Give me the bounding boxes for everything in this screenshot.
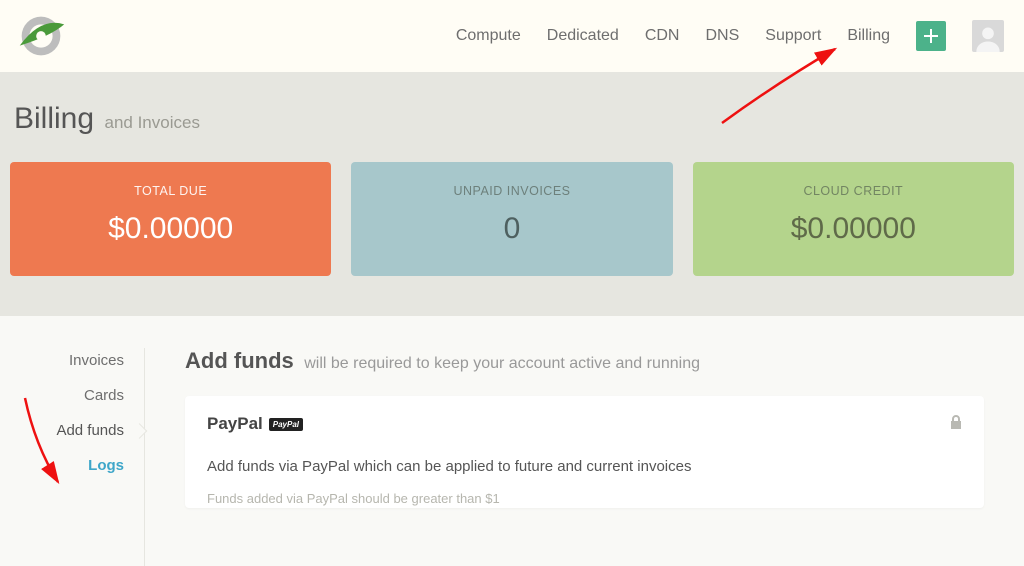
sidebar-item-invoices[interactable]: Invoices bbox=[0, 352, 124, 369]
stat-card-unpaid-invoices: UNPAID INVOICES 0 bbox=[351, 162, 672, 276]
stat-value: $0.00000 bbox=[703, 212, 1004, 246]
nav-compute[interactable]: Compute bbox=[456, 27, 521, 45]
panel-note: Funds added via PayPal should be greater… bbox=[207, 491, 962, 506]
section-title: Add funds will be required to keep your … bbox=[185, 348, 984, 374]
paypal-panel: PayPal PayPal Add funds via PayPal which… bbox=[185, 396, 984, 508]
panel-description: Add funds via PayPal which can be applie… bbox=[207, 458, 962, 475]
nav-support[interactable]: Support bbox=[765, 27, 821, 45]
billing-strip: Billing and Invoices TOTAL DUE $0.00000 … bbox=[0, 72, 1024, 316]
stat-label: TOTAL DUE bbox=[20, 184, 321, 198]
page-title: Billing and Invoices bbox=[14, 102, 1014, 136]
top-header: Compute Dedicated CDN DNS Support Billin… bbox=[0, 0, 1024, 72]
nav-cdn[interactable]: CDN bbox=[645, 27, 680, 45]
stat-card-total-due: TOTAL DUE $0.00000 bbox=[10, 162, 331, 276]
sidebar-item-cards[interactable]: Cards bbox=[0, 387, 124, 404]
nav-billing[interactable]: Billing bbox=[847, 27, 890, 45]
paypal-badge-icon: PayPal bbox=[269, 418, 303, 431]
stat-cards-row: TOTAL DUE $0.00000 UNPAID INVOICES 0 CLO… bbox=[10, 162, 1014, 276]
nav-dns[interactable]: DNS bbox=[705, 27, 739, 45]
top-nav: Compute Dedicated CDN DNS Support Billin… bbox=[456, 20, 1004, 52]
user-icon bbox=[974, 24, 1002, 52]
page-title-main: Billing bbox=[14, 102, 94, 135]
avatar[interactable] bbox=[972, 20, 1004, 52]
provider-name: PayPal bbox=[207, 414, 263, 434]
section-title-sub: will be required to keep your account ac… bbox=[304, 355, 700, 372]
content-area: Add funds will be required to keep your … bbox=[145, 348, 1024, 566]
stat-value: 0 bbox=[361, 212, 662, 246]
page-title-sub: and Invoices bbox=[105, 113, 200, 132]
panel-header: PayPal PayPal bbox=[207, 414, 962, 434]
nav-dedicated[interactable]: Dedicated bbox=[547, 27, 619, 45]
stat-label: CLOUD CREDIT bbox=[703, 184, 1004, 198]
stat-card-cloud-credit: CLOUD CREDIT $0.00000 bbox=[693, 162, 1014, 276]
sidebar-item-add-funds[interactable]: Add funds bbox=[0, 422, 124, 439]
panel-title: PayPal PayPal bbox=[207, 414, 303, 434]
lock-icon bbox=[950, 415, 962, 434]
stat-value: $0.00000 bbox=[20, 212, 321, 246]
stat-label: UNPAID INVOICES bbox=[361, 184, 662, 198]
add-button[interactable] bbox=[916, 21, 946, 51]
sidebar-item-logs[interactable]: Logs bbox=[0, 457, 124, 474]
brand-logo[interactable] bbox=[12, 7, 70, 65]
plus-icon bbox=[924, 29, 938, 43]
lower-section: Invoices Cards Add funds Logs Add funds … bbox=[0, 316, 1024, 566]
billing-sidebar: Invoices Cards Add funds Logs bbox=[0, 348, 145, 566]
section-title-main: Add funds bbox=[185, 348, 294, 373]
